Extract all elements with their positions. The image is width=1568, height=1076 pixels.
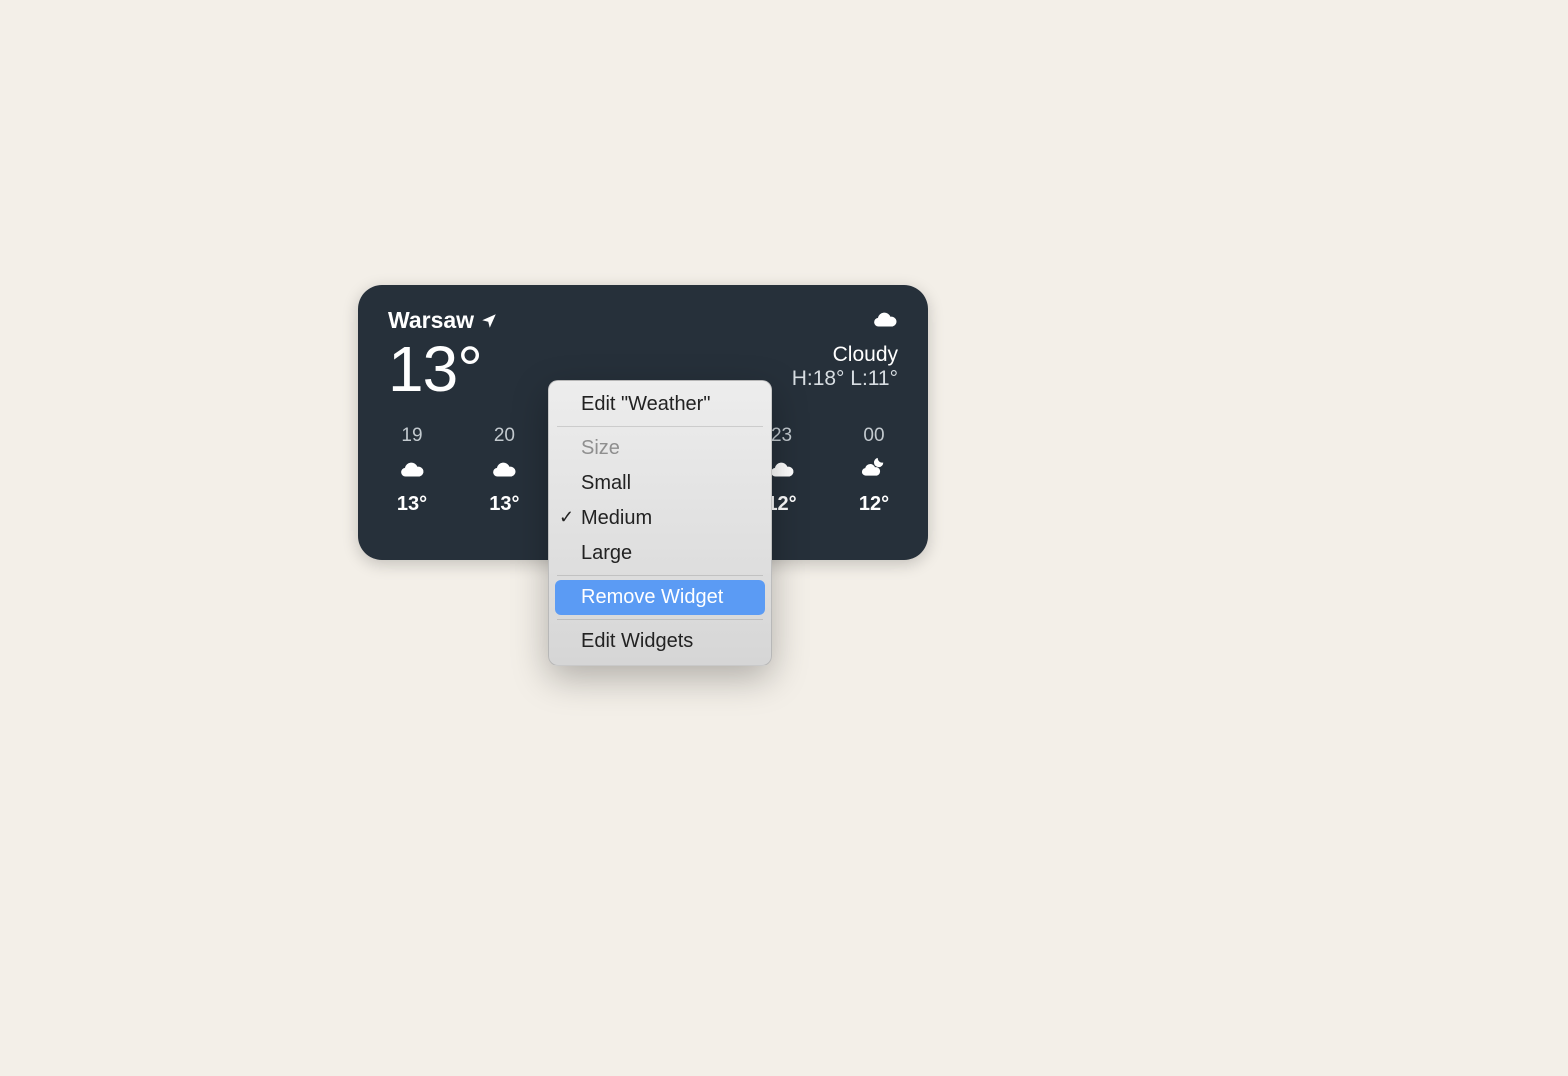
menu-item-size-medium[interactable]: ✓ Medium [555, 501, 765, 536]
menu-item-edit-weather[interactable]: Edit "Weather" [555, 387, 765, 422]
cloud-icon [769, 457, 795, 483]
menu-item-edit-widgets[interactable]: Edit Widgets [555, 624, 765, 659]
checkmark-icon: ✓ [559, 507, 574, 528]
menu-section-size-label: Size [555, 431, 765, 466]
cloud-moon-icon [861, 457, 887, 483]
cloud-icon [399, 457, 425, 483]
hour-label: 20 [494, 425, 515, 447]
hour-temp: 13° [397, 493, 427, 516]
hour-label: 00 [863, 425, 884, 447]
menu-item-label: Medium [581, 507, 652, 529]
cloud-icon [491, 457, 517, 483]
hour-label: 23 [771, 425, 792, 447]
location-arrow-icon [480, 312, 498, 330]
location-name: Warsaw [388, 307, 474, 334]
condition-text: Cloudy [833, 343, 898, 367]
menu-item-remove-widget[interactable]: Remove Widget [555, 580, 765, 615]
context-menu: Edit "Weather" Size Small ✓ Medium Large… [548, 380, 772, 666]
widget-header-right: Cloudy H:18° L:11° [792, 307, 898, 391]
menu-separator [557, 426, 763, 427]
menu-item-size-small[interactable]: Small [555, 466, 765, 501]
widget-header-left: Warsaw 13° [388, 307, 498, 403]
location-row: Warsaw [388, 307, 498, 334]
menu-separator [557, 619, 763, 620]
current-temperature: 13° [388, 336, 498, 403]
menu-separator [557, 575, 763, 576]
hour-column: 19 13° [388, 425, 436, 516]
high-low-text: H:18° L:11° [792, 367, 898, 391]
hour-column: 20 13° [480, 425, 528, 516]
hour-temp: 13° [489, 493, 519, 516]
hour-temp: 12° [859, 493, 889, 516]
cloud-icon [872, 307, 898, 333]
hour-label: 19 [401, 425, 422, 447]
menu-item-size-large[interactable]: Large [555, 536, 765, 571]
hour-column: 00 12° [850, 425, 898, 516]
